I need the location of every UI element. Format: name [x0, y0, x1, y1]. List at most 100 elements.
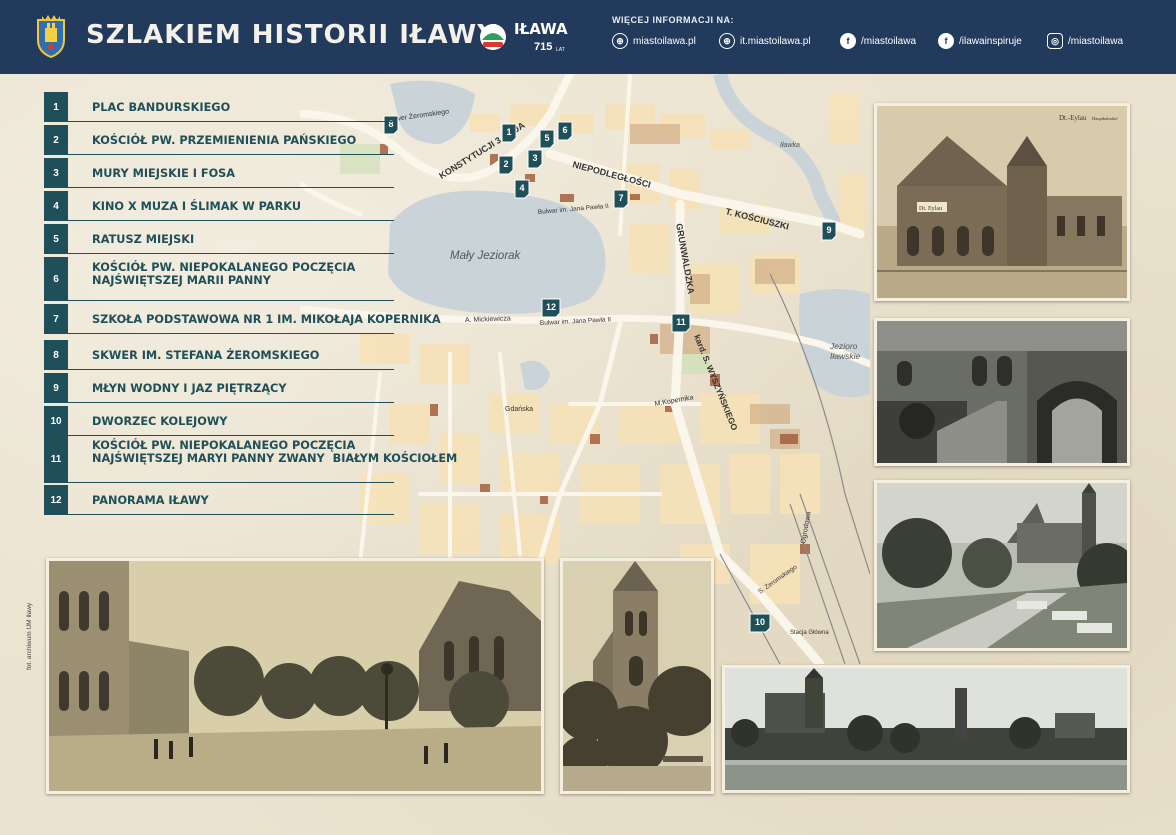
svg-text:5: 5	[544, 133, 549, 143]
svg-text:1: 1	[506, 127, 511, 137]
legend-number: 5	[44, 224, 68, 254]
legend-item-2[interactable]: 2 KOŚCIÓŁ PW. PRZEMIENIENIA PAŃSKIEGO	[44, 125, 464, 155]
legend-item-4[interactable]: 4 KINO X MUZA I ŚLIMAK W PARKU	[44, 191, 464, 221]
map-marker-2[interactable]: 2	[498, 155, 514, 175]
church-tower-illustration	[563, 561, 711, 791]
legend-underline	[68, 253, 394, 254]
legend-item-8[interactable]: 8 SKWER IM. STEFANA ŻEROMSKIEGO	[44, 340, 464, 370]
info-label: WIĘCEJ INFORMACJI NA:	[612, 15, 735, 25]
link-instagram-miastoilawa[interactable]: ◎ /miastoilawa	[1047, 32, 1123, 50]
photo-street-view	[46, 558, 544, 794]
link-facebook-ilawainspiruje[interactable]: f /ilawainspiruje	[938, 32, 1022, 50]
legend-underline	[68, 333, 394, 334]
legend-label: MURY MIEJSKIE I FOSA	[92, 167, 236, 180]
legend-label: KOŚCIÓŁ PW. NIEPOKALANEGO POCZĘCIA NAJŚW…	[92, 439, 458, 465]
legend-item-12[interactable]: 12 PANORAMA IŁAWY	[44, 485, 464, 515]
globe-icon: ⊕	[612, 33, 628, 49]
legend-underline	[68, 514, 394, 515]
school-building-illustration	[877, 321, 1127, 463]
station-sign: Dt. Eylau	[919, 206, 942, 212]
legend-label: SZKOŁA PODSTAWOWA NR 1 IM. MIKOŁAJA KOPE…	[92, 313, 441, 326]
map-marker-5[interactable]: 5	[539, 129, 555, 149]
legend-item-9[interactable]: 9 MŁYN WODNY I JAZ PIĘTRZĄCY	[44, 373, 464, 403]
map-marker-7[interactable]: 7	[613, 189, 629, 209]
globe-icon: ⊕	[719, 33, 735, 49]
legend-number: 3	[44, 158, 68, 188]
svg-text:7: 7	[618, 193, 623, 203]
link-miastoilawa-web[interactable]: ⊕ miastoilawa.pl	[612, 32, 696, 50]
legend-item-6[interactable]: 6 KOŚCIÓŁ PW. NIEPOKALANEGO POCZĘCIA NAJŚ…	[44, 257, 464, 301]
legend-underline	[68, 402, 394, 403]
legend-number: 12	[44, 485, 68, 515]
legend-number: 8	[44, 340, 68, 370]
photo-school-building	[874, 318, 1130, 466]
link-text: /ilawainspiruje	[959, 35, 1022, 47]
legend-underline	[68, 220, 394, 221]
legend-item-1[interactable]: 1 PLAC BANDURSKIEGO	[44, 92, 464, 122]
legend-item-10[interactable]: 10 DWORZEC KOLEJOWY	[44, 406, 464, 436]
svg-text:2: 2	[503, 159, 508, 169]
legend-number: 2	[44, 125, 68, 155]
street-label: Stacja Główna	[790, 630, 829, 636]
legend-underline	[68, 300, 394, 301]
map-marker-3[interactable]: 3	[527, 149, 543, 169]
svg-text:11: 11	[676, 317, 686, 327]
legend-item-5[interactable]: 5 RATUSZ MIEJSKI	[44, 224, 464, 254]
legend-label: MŁYN WODNY I JAZ PIĘTRZĄCY	[92, 382, 287, 395]
lake-label: Jezioro Iławskie	[829, 341, 861, 361]
town-crest-icon	[37, 15, 65, 58]
photo-caption: Dt.-Eylau	[1059, 114, 1087, 122]
legend-underline	[68, 154, 394, 155]
link-facebook-miastoilawa[interactable]: f /miastoilawa	[840, 32, 916, 50]
legend-number: 7	[44, 304, 68, 334]
map-marker-10[interactable]: 10	[749, 613, 771, 633]
legend-item-7[interactable]: 7 SZKOŁA PODSTAWOWA NR 1 IM. MIKOŁAJA KOP…	[44, 304, 464, 334]
svg-text:4: 4	[519, 183, 524, 193]
logo-text: IŁAWA	[514, 20, 568, 38]
legend-number: 11	[44, 435, 68, 483]
photo-church-park	[874, 480, 1130, 651]
legend-label: PLAC BANDURSKIEGO	[92, 101, 231, 114]
logo-years: 715	[534, 41, 552, 53]
svg-text:3: 3	[532, 153, 537, 163]
map-marker-9[interactable]: 9	[821, 221, 837, 241]
link-text: /miastoilawa	[1068, 35, 1124, 47]
photo-caption-right: Hauptbahnhof	[1092, 116, 1118, 121]
legend-number: 6	[44, 257, 68, 301]
legend-item-11[interactable]: 11 KOŚCIÓŁ PW. NIEPOKALANEGO POCZĘCIA NAJ…	[44, 435, 464, 483]
legend-underline	[68, 121, 394, 122]
church-park-illustration	[877, 483, 1127, 648]
page-title: SZLAKIEM HISTORII IŁAWY	[86, 20, 498, 50]
photo-panorama	[722, 665, 1130, 793]
street-view-illustration	[49, 561, 541, 791]
header-bar: SZLAKIEM HISTORII IŁAWY 715 LAT IŁAWA WI…	[0, 0, 1176, 74]
river-label: Iławka	[780, 142, 800, 149]
link-it-miastoilawa-web[interactable]: ⊕ it.miastoilawa.pl	[719, 32, 811, 50]
map-marker-1[interactable]: 1	[501, 123, 517, 143]
photo-credit: fot. archiwum UM Iławy	[26, 602, 33, 670]
svg-text:10: 10	[755, 617, 765, 627]
legend-number: 9	[44, 373, 68, 403]
railway-station-illustration: Dt.-Eylau Hauptbahnhof Dt. Eylau	[877, 106, 1127, 298]
legend-label: RATUSZ MIEJSKI	[92, 233, 195, 246]
legend-number: 1	[44, 92, 68, 122]
map-marker-12[interactable]: 12	[541, 298, 561, 318]
legend-underline	[68, 482, 394, 483]
legend-underline	[68, 187, 394, 188]
legend-number: 10	[44, 406, 68, 436]
facebook-icon: f	[938, 33, 954, 49]
legend-label: KOŚCIÓŁ PW. PRZEMIENIENIA PAŃSKIEGO	[92, 134, 357, 147]
legend-label: DWORZEC KOLEJOWY	[92, 415, 228, 428]
legend-underline	[68, 369, 394, 370]
link-text: miastoilawa.pl	[633, 35, 696, 47]
legend-label: PANORAMA IŁAWY	[92, 494, 209, 507]
panorama-illustration	[725, 668, 1127, 790]
legend-item-3[interactable]: 3 MURY MIEJSKIE I FOSA	[44, 158, 464, 188]
legend-number: 4	[44, 191, 68, 221]
map-marker-6[interactable]: 6	[557, 121, 573, 141]
map-marker-4[interactable]: 4	[514, 179, 530, 199]
link-text: it.miastoilawa.pl	[740, 35, 811, 47]
svg-text:6: 6	[562, 125, 567, 135]
legend-label: KOŚCIÓŁ PW. NIEPOKALANEGO POCZĘCIA NAJŚW…	[92, 261, 356, 287]
map-marker-11[interactable]: 11	[671, 313, 691, 333]
